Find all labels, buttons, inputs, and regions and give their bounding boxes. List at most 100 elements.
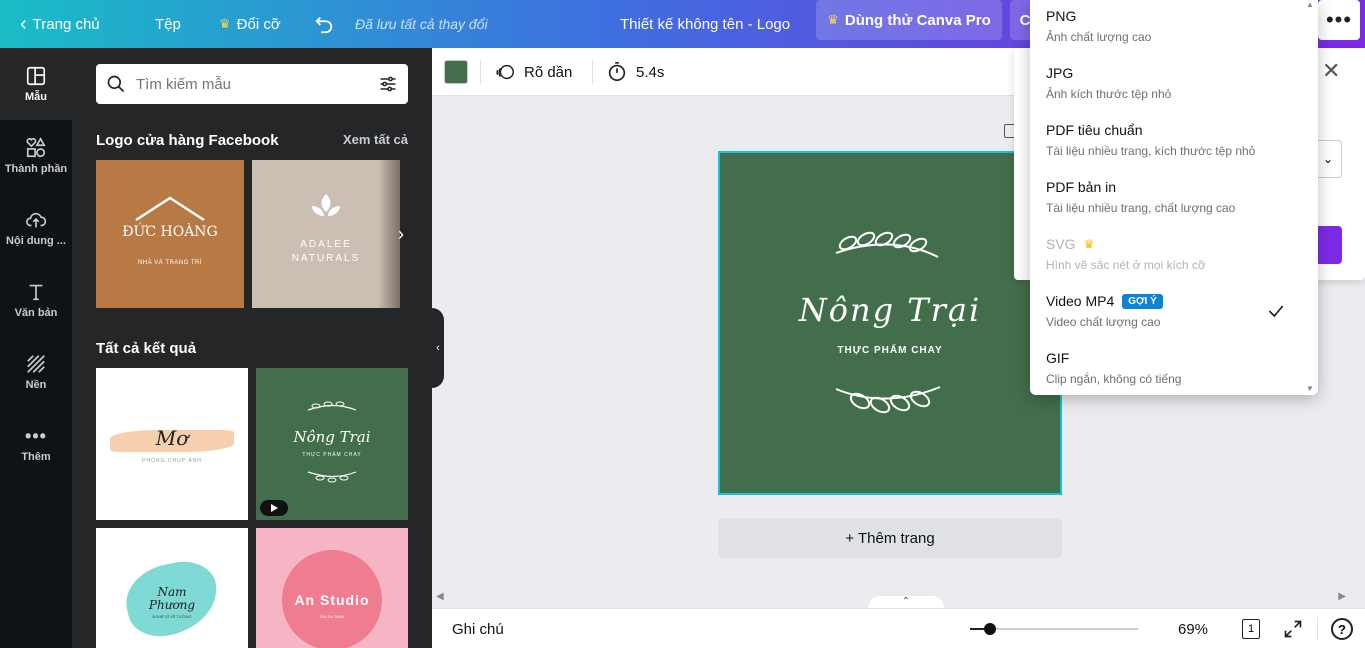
try-pro-label: Dùng thử Canva Pro — [844, 11, 991, 29]
close-icon[interactable]: ✕ — [1322, 58, 1340, 84]
left-rail: Mẫu Thành phần Nội dung ... Văn bản Nền … — [0, 48, 72, 648]
scroll-up-icon[interactable]: ▲ — [1306, 0, 1314, 9]
home-label: Trang chủ — [32, 15, 100, 33]
search-input[interactable] — [136, 75, 378, 93]
design-title-text: Thiết kế không tên - Logo — [620, 15, 791, 33]
format-name-row: SVG ♛ — [1046, 236, 1094, 252]
animation-button[interactable]: Rõ dần — [494, 48, 572, 96]
rail-item-elements[interactable]: Thành phần — [0, 120, 72, 192]
templates-panel: Logo cửa hàng Facebook Xem tất cả ĐỨC HO… — [72, 48, 432, 648]
thumb-title: ĐỨC HOÀNG — [122, 224, 218, 240]
try-pro-button[interactable]: ♛ Dùng thử Canva Pro — [816, 0, 1002, 40]
format-name: PDF tiêu chuẩn — [1046, 122, 1143, 138]
format-name-row: Video MP4 GỢI Ý — [1046, 293, 1163, 309]
save-status: Đã lưu tất cả thay đổi — [355, 0, 488, 48]
template-thumb-duc-hoang[interactable]: ĐỨC HOÀNG NHÀ VÀ TRANG TRÍ — [96, 160, 244, 308]
suggested-badge: GỢI Ý — [1122, 293, 1163, 309]
format-desc: Video chất lượng cao — [1046, 315, 1161, 329]
resize-button[interactable]: ♛ Đổi cỡ — [219, 0, 281, 48]
play-icon — [271, 504, 278, 512]
rail-item-background[interactable]: Nền — [0, 336, 72, 408]
chevron-left-icon: ‹ — [436, 342, 440, 354]
undo-icon — [315, 16, 333, 34]
format-desc: Ảnh kích thước tệp nhỏ — [1046, 87, 1172, 101]
rail-item-text[interactable]: Văn bản — [0, 264, 72, 336]
dropdown-scrollbar[interactable]: ▲ ▼ — [1302, 0, 1318, 395]
rail-item-more[interactable]: ••• Thêm — [0, 408, 72, 480]
thumb-subtitle: PHÒNG CHỤP ẢNH — [142, 458, 202, 464]
rail-label: Nền — [25, 379, 47, 391]
toolbar-divider — [480, 60, 481, 84]
zoom-value[interactable]: 69% — [1178, 621, 1208, 638]
fullscreen-icon[interactable] — [1283, 619, 1303, 639]
notes-button[interactable]: Ghi chú — [452, 621, 504, 638]
thumb-subtitle: THỰC PHẨM CHAY — [302, 452, 362, 458]
more-icon: ••• — [25, 425, 47, 446]
share-label: C — [1019, 11, 1031, 29]
format-name: SVG — [1046, 236, 1076, 252]
template-search[interactable] — [96, 64, 408, 104]
timing-button[interactable]: 5.4s — [606, 48, 664, 96]
format-option-svg[interactable]: SVG ♛ Hình vẽ sắc nét ở mọi kích cỡ — [1030, 228, 1318, 285]
save-status-text: Đã lưu tất cả thay đổi — [355, 16, 488, 32]
design-title[interactable]: Nông Trại — [720, 291, 1060, 329]
bottom-bar: Ghi chú 69% 1 ? — [432, 608, 1365, 648]
template-thumb-adalee[interactable]: ADALEE NATURALS — [252, 160, 400, 308]
format-option-pdf-standard[interactable]: PDF tiêu chuẩn Tài liệu nhiều trang, kíc… — [1030, 114, 1318, 171]
collapse-panel-button[interactable]: ‹ — [432, 308, 444, 388]
add-page-button[interactable]: + Thêm trang — [718, 518, 1062, 558]
template-thumb-nam-phuong[interactable]: Nam Phương NGHỆ SĨ VẼ TƯỜNG — [96, 528, 248, 648]
thumb-title: Nam Phương — [148, 585, 196, 612]
more-options-button[interactable]: ••• — [1318, 0, 1360, 40]
upload-icon — [26, 212, 47, 228]
page-count-button[interactable]: 1 — [1242, 619, 1260, 639]
more-dots-icon: ••• — [1325, 7, 1353, 32]
thumb-subtitle: NGHỆ SĨ VẼ TƯỜNG — [152, 614, 192, 619]
template-thumb-an-studio[interactable]: An Studio GIA DU SINH — [256, 528, 408, 648]
template-icon — [26, 66, 46, 86]
undo-button[interactable] — [313, 0, 335, 48]
filter-icon[interactable] — [378, 74, 398, 94]
format-name: PDF bản in — [1046, 179, 1117, 195]
color-swatch[interactable] — [444, 60, 468, 84]
format-option-gif[interactable]: GIF Clip ngắn, không có tiếng — [1030, 342, 1318, 395]
chevron-left-icon: ‹ — [20, 12, 27, 35]
file-label: Tệp — [155, 15, 181, 33]
template-thumb-mo[interactable]: Mơ PHÒNG CHỤP ẢNH — [96, 368, 248, 520]
animation-label: Rõ dần — [524, 63, 573, 81]
thumb-title: Mơ — [155, 426, 189, 450]
format-option-mp4[interactable]: Video MP4 GỢI Ý Video chất lượng cao — [1030, 285, 1318, 342]
toolbar-divider — [592, 60, 593, 84]
rail-item-uploads[interactable]: Nội dung ... — [0, 192, 72, 264]
help-icon[interactable]: ? — [1331, 618, 1353, 640]
toolbar-divider — [1317, 617, 1318, 641]
leaf-logo-icon — [312, 194, 340, 216]
see-all-link[interactable]: Xem tất cả — [343, 132, 408, 147]
video-badge — [260, 500, 288, 516]
home-button[interactable]: ‹ Trang chủ — [20, 0, 100, 48]
design-title[interactable]: Thiết kế không tên - Logo — [620, 0, 790, 48]
resize-label: Đổi cỡ — [236, 15, 281, 33]
carousel-next-icon[interactable]: › — [398, 224, 404, 245]
thumb-title: Nông Trại — [293, 428, 371, 446]
template-thumb-nong-trai[interactable]: Nông Trại THỰC PHẨM CHAY — [256, 368, 408, 520]
rail-label: Thêm — [21, 450, 51, 463]
design-subtitle[interactable]: THỰC PHẨM CHAY — [720, 345, 1060, 356]
crown-icon: ♛ — [219, 16, 231, 31]
timer-icon — [608, 62, 626, 82]
scroll-left-icon[interactable]: ◀ — [436, 591, 444, 602]
scroll-right-icon[interactable]: ▶ — [1338, 591, 1346, 602]
zoom-slider[interactable] — [970, 623, 1138, 635]
scroll-down-icon[interactable]: ▼ — [1306, 384, 1314, 393]
format-option-png[interactable]: PNG Ảnh chất lượng cao — [1030, 0, 1318, 57]
rail-label: Mẫu — [25, 91, 47, 103]
format-option-jpg[interactable]: JPG Ảnh kích thước tệp nhỏ — [1030, 57, 1318, 114]
format-name: JPG — [1046, 65, 1074, 81]
format-option-pdf-print[interactable]: PDF bản in Tài liệu nhiều trang, chất lư… — [1030, 171, 1318, 228]
design-page[interactable]: Nông Trại THỰC PHẨM CHAY — [718, 151, 1062, 495]
file-menu[interactable]: Tệp — [155, 0, 181, 48]
rail-label: Thành phần — [4, 163, 68, 175]
zoom-slider-thumb[interactable] — [984, 623, 996, 635]
format-desc: Hình vẽ sắc nét ở mọi kích cỡ — [1046, 258, 1206, 272]
rail-item-templates[interactable]: Mẫu — [0, 48, 72, 120]
